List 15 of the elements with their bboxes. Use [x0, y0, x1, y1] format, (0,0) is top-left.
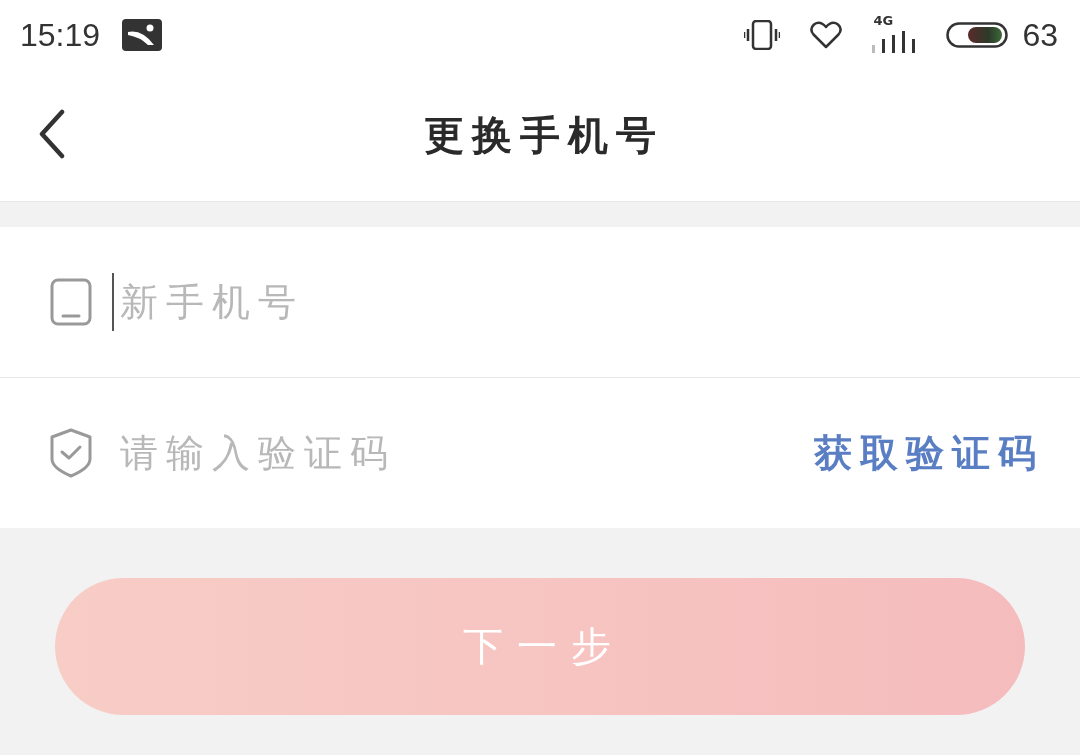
status-time: 15:19: [20, 16, 101, 54]
heart-icon: [810, 21, 843, 49]
signal-icon: [872, 29, 917, 53]
image-icon: [122, 19, 163, 51]
get-code-link[interactable]: 获取验证码: [814, 427, 1044, 479]
back-chevron-icon: [39, 109, 65, 159]
vibrate-icon: [744, 20, 781, 50]
phone-input-field[interactable]: 新手机号: [112, 273, 1044, 331]
network-type: 4G: [873, 14, 894, 27]
battery-icon: [946, 22, 1009, 48]
page-title: 更换手机号: [423, 111, 664, 160]
shield-check-icon: [50, 428, 92, 478]
code-input-field[interactable]: 请输入验证码: [112, 424, 794, 482]
phone-icon: [50, 278, 92, 326]
battery-percent: 63: [1022, 16, 1058, 54]
